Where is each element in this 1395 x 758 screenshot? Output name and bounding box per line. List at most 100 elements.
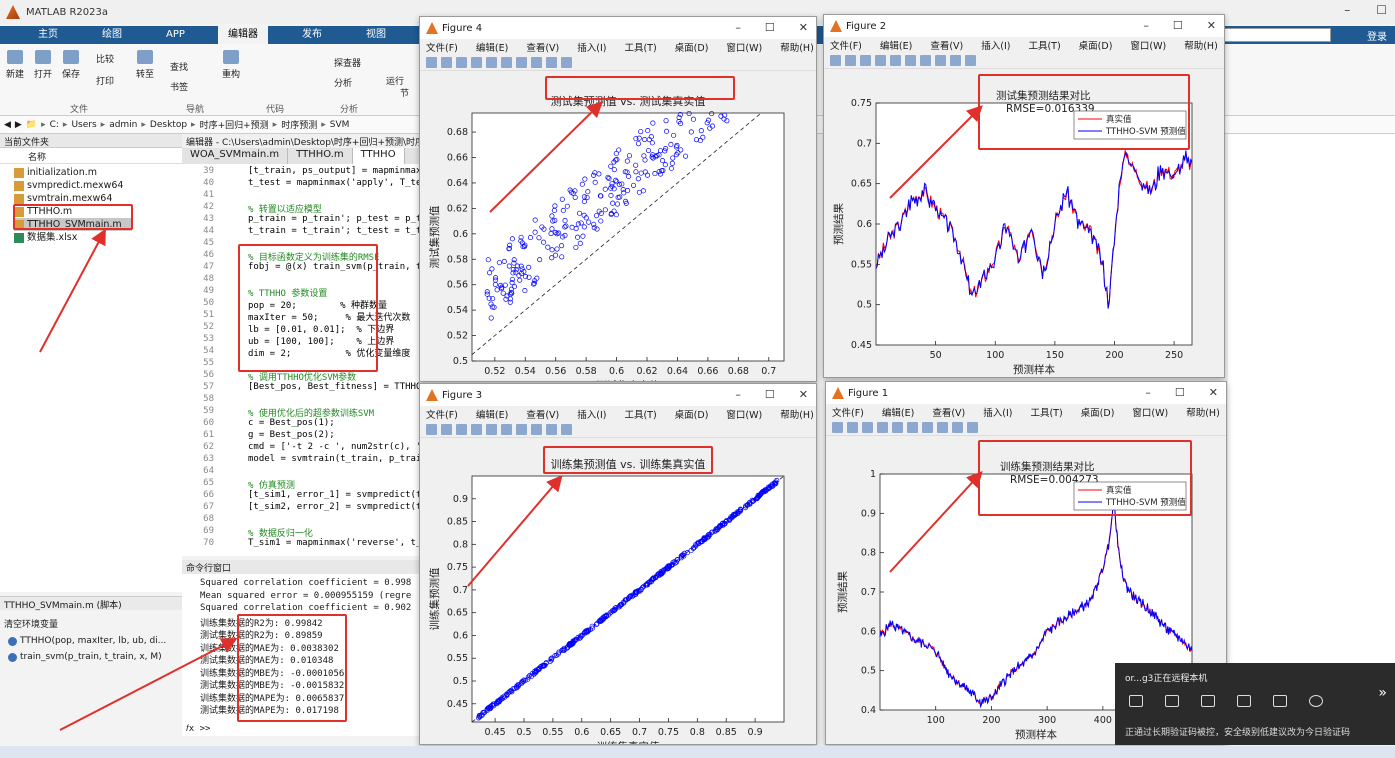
toolbar-tool-icon[interactable]: [832, 422, 843, 433]
name-column-header[interactable]: 名称: [0, 148, 182, 164]
code-line[interactable]: g = Best_pos(2);: [248, 430, 335, 440]
minimize-button[interactable]: –: [735, 21, 741, 34]
toolbar-tool-icon[interactable]: [516, 57, 527, 68]
figure-menu-item[interactable]: 编辑(E): [476, 40, 508, 54]
figure-menu-item[interactable]: 编辑(E): [882, 405, 914, 419]
figure-menu-item[interactable]: 桌面(D): [675, 407, 709, 421]
tab-apps[interactable]: APP: [156, 26, 195, 44]
toolbar-tool-icon[interactable]: [561, 424, 572, 435]
figure-menu-item[interactable]: 查看(V): [526, 407, 559, 421]
toolbar-tool-icon[interactable]: [965, 55, 976, 66]
figure-window-2[interactable]: Figure 2– ☐ ✕ 文件(F) 编辑(E) 查看(V) 插入(I) 工具(T) 桌面(…: [823, 14, 1225, 378]
close-button[interactable]: ✕: [799, 388, 808, 401]
close-icon[interactable]: [1309, 695, 1323, 707]
figure-menu-item[interactable]: 桌面(D): [1081, 405, 1115, 419]
breadcrumb-folder1[interactable]: 时序+回归+预测: [200, 118, 269, 131]
code-editor[interactable]: 39 [t_train, ps_output] = mapminmax 40 t_te…: [182, 164, 422, 556]
minimize-button[interactable]: –: [1145, 386, 1151, 399]
toolbar-tool-icon[interactable]: [546, 424, 557, 435]
figure-menu-item[interactable]: 桌面(D): [675, 40, 709, 54]
figure-window-3[interactable]: Figure 3– ☐ ✕ 文件(F) 编辑(E) 查看(V) 插入(I) 工具(T) 桌面(…: [419, 383, 817, 745]
toolbar-tool-icon[interactable]: [531, 424, 542, 435]
toolbar-tool-icon[interactable]: [830, 55, 841, 66]
code-line[interactable]: [t_sim2, error_2] = svmpredict(t: [248, 502, 421, 512]
toolbar-tool-icon[interactable]: [486, 424, 497, 435]
refactor-button[interactable]: 重构: [222, 50, 240, 80]
toolbar-tool-icon[interactable]: [877, 422, 888, 433]
figure-menu-item[interactable]: 窗口(W): [726, 407, 762, 421]
toolbar-tool-icon[interactable]: [862, 422, 873, 433]
toolbar-tool-icon[interactable]: [892, 422, 903, 433]
toolbar-tool-icon[interactable]: [905, 55, 916, 66]
toolbar-tool-icon[interactable]: [531, 57, 542, 68]
figure-menu-item[interactable]: 工具(T): [1030, 405, 1062, 419]
tab-home[interactable]: 主页: [28, 26, 68, 44]
section-button[interactable]: 节: [400, 86, 409, 99]
maximize-button[interactable]: ☐: [765, 21, 775, 34]
toolbar-tool-icon[interactable]: [516, 424, 527, 435]
tab-editor[interactable]: 编辑器: [218, 26, 268, 44]
toolbar-tool-icon[interactable]: [426, 424, 437, 435]
figure-menu-item[interactable]: 窗口(W): [726, 40, 762, 54]
toolbar-tool-icon[interactable]: [426, 57, 437, 68]
figure-menu-item[interactable]: 帮助(H): [1186, 405, 1220, 419]
code-line[interactable]: cmd = ['-t 2 -c ', num2str(c), ': [248, 442, 421, 452]
tab-plots[interactable]: 绘图: [92, 26, 132, 44]
figure-menu-item[interactable]: 插入(I): [981, 38, 1010, 52]
figure-menu-item[interactable]: 插入(I): [983, 405, 1012, 419]
figure-menu-item[interactable]: 编辑(E): [476, 407, 508, 421]
file-item[interactable]: svmpredict.mexw64: [14, 179, 123, 192]
figure-menu-item[interactable]: 文件(F): [426, 407, 458, 421]
tab-publish[interactable]: 发布: [292, 26, 332, 44]
file-item[interactable]: svmtrain.mexw64: [14, 192, 112, 205]
breadcrumb-folder2[interactable]: 时序预测: [281, 118, 317, 131]
code-line[interactable]: T_sim1 = mapminmax('reverse', t_: [248, 538, 421, 548]
code-line[interactable]: p_train = p_train'; p_test = p_t: [248, 214, 421, 224]
maximize-button[interactable]: ☐: [1376, 3, 1387, 17]
toolbar-tool-icon[interactable]: [486, 57, 497, 68]
breadcrumb-desktop[interactable]: Desktop: [150, 120, 187, 130]
figure-menu-item[interactable]: 工具(T): [1028, 38, 1060, 52]
toolbar-tool-icon[interactable]: [456, 424, 467, 435]
toolbar-tool-icon[interactable]: [935, 55, 946, 66]
code-line[interactable]: t_test = mapminmax('apply', T_te: [248, 178, 421, 188]
toolbar-tool-icon[interactable]: [441, 57, 452, 68]
figure-menu-item[interactable]: 工具(T): [624, 40, 656, 54]
chat-icon[interactable]: [1129, 695, 1143, 707]
back-icon[interactable]: ◀: [4, 120, 11, 130]
toolbar-tool-icon[interactable]: [950, 55, 961, 66]
toolbar-tool-icon[interactable]: [920, 55, 931, 66]
code-line[interactable]: model = svmtrain(t_train, p_trai: [248, 454, 421, 464]
toolbar-tool-icon[interactable]: [875, 55, 886, 66]
code-line[interactable]: [t_train, ps_output] = mapminmax: [248, 166, 421, 176]
toolbar-tool-icon[interactable]: [471, 57, 482, 68]
figure-menu-item[interactable]: 文件(F): [426, 40, 458, 54]
figure-menu-item[interactable]: 帮助(H): [1184, 38, 1218, 52]
figure-menu-item[interactable]: 文件(F): [830, 38, 862, 52]
microphone-icon[interactable]: [1165, 695, 1179, 707]
goto-button[interactable]: 转至: [136, 50, 154, 80]
expand-chevron-icon[interactable]: »: [1378, 685, 1387, 701]
maximize-button[interactable]: ☐: [1173, 19, 1183, 32]
figure-menu-item[interactable]: 插入(I): [577, 407, 606, 421]
toolbar-tool-icon[interactable]: [441, 424, 452, 435]
figure-window-4[interactable]: Figure 4– ☐ ✕ 文件(F) 编辑(E) 查看(V) 插入(I) 工具(T) 桌面(…: [419, 16, 817, 382]
open-button[interactable]: 打开: [34, 50, 52, 80]
toolbar-tool-icon[interactable]: [922, 422, 933, 433]
maximize-button[interactable]: ☐: [765, 388, 775, 401]
figure-menu-item[interactable]: 插入(I): [577, 40, 606, 54]
file-item[interactable]: initialization.m: [14, 166, 97, 179]
clipboard-icon[interactable]: [1201, 695, 1215, 707]
profiler-button[interactable]: 探查器: [334, 56, 361, 69]
command-window[interactable]: 𝑓x >> Squared correlation coefficient = …: [182, 574, 422, 736]
bookmark-button[interactable]: 书签: [170, 80, 188, 93]
figure-menu-item[interactable]: 查看(V): [930, 38, 963, 52]
toolbar-tool-icon[interactable]: [501, 57, 512, 68]
minimize-button[interactable]: –: [1344, 3, 1350, 17]
figure-menu-item[interactable]: 窗口(W): [1130, 38, 1166, 52]
toolbar-tool-icon[interactable]: [937, 422, 948, 433]
figure-menu-item[interactable]: 查看(V): [932, 405, 965, 419]
editor-tab-active[interactable]: TTHHO: [352, 148, 405, 164]
toolbar-tool-icon[interactable]: [860, 55, 871, 66]
minimize-button[interactable]: –: [735, 388, 741, 401]
